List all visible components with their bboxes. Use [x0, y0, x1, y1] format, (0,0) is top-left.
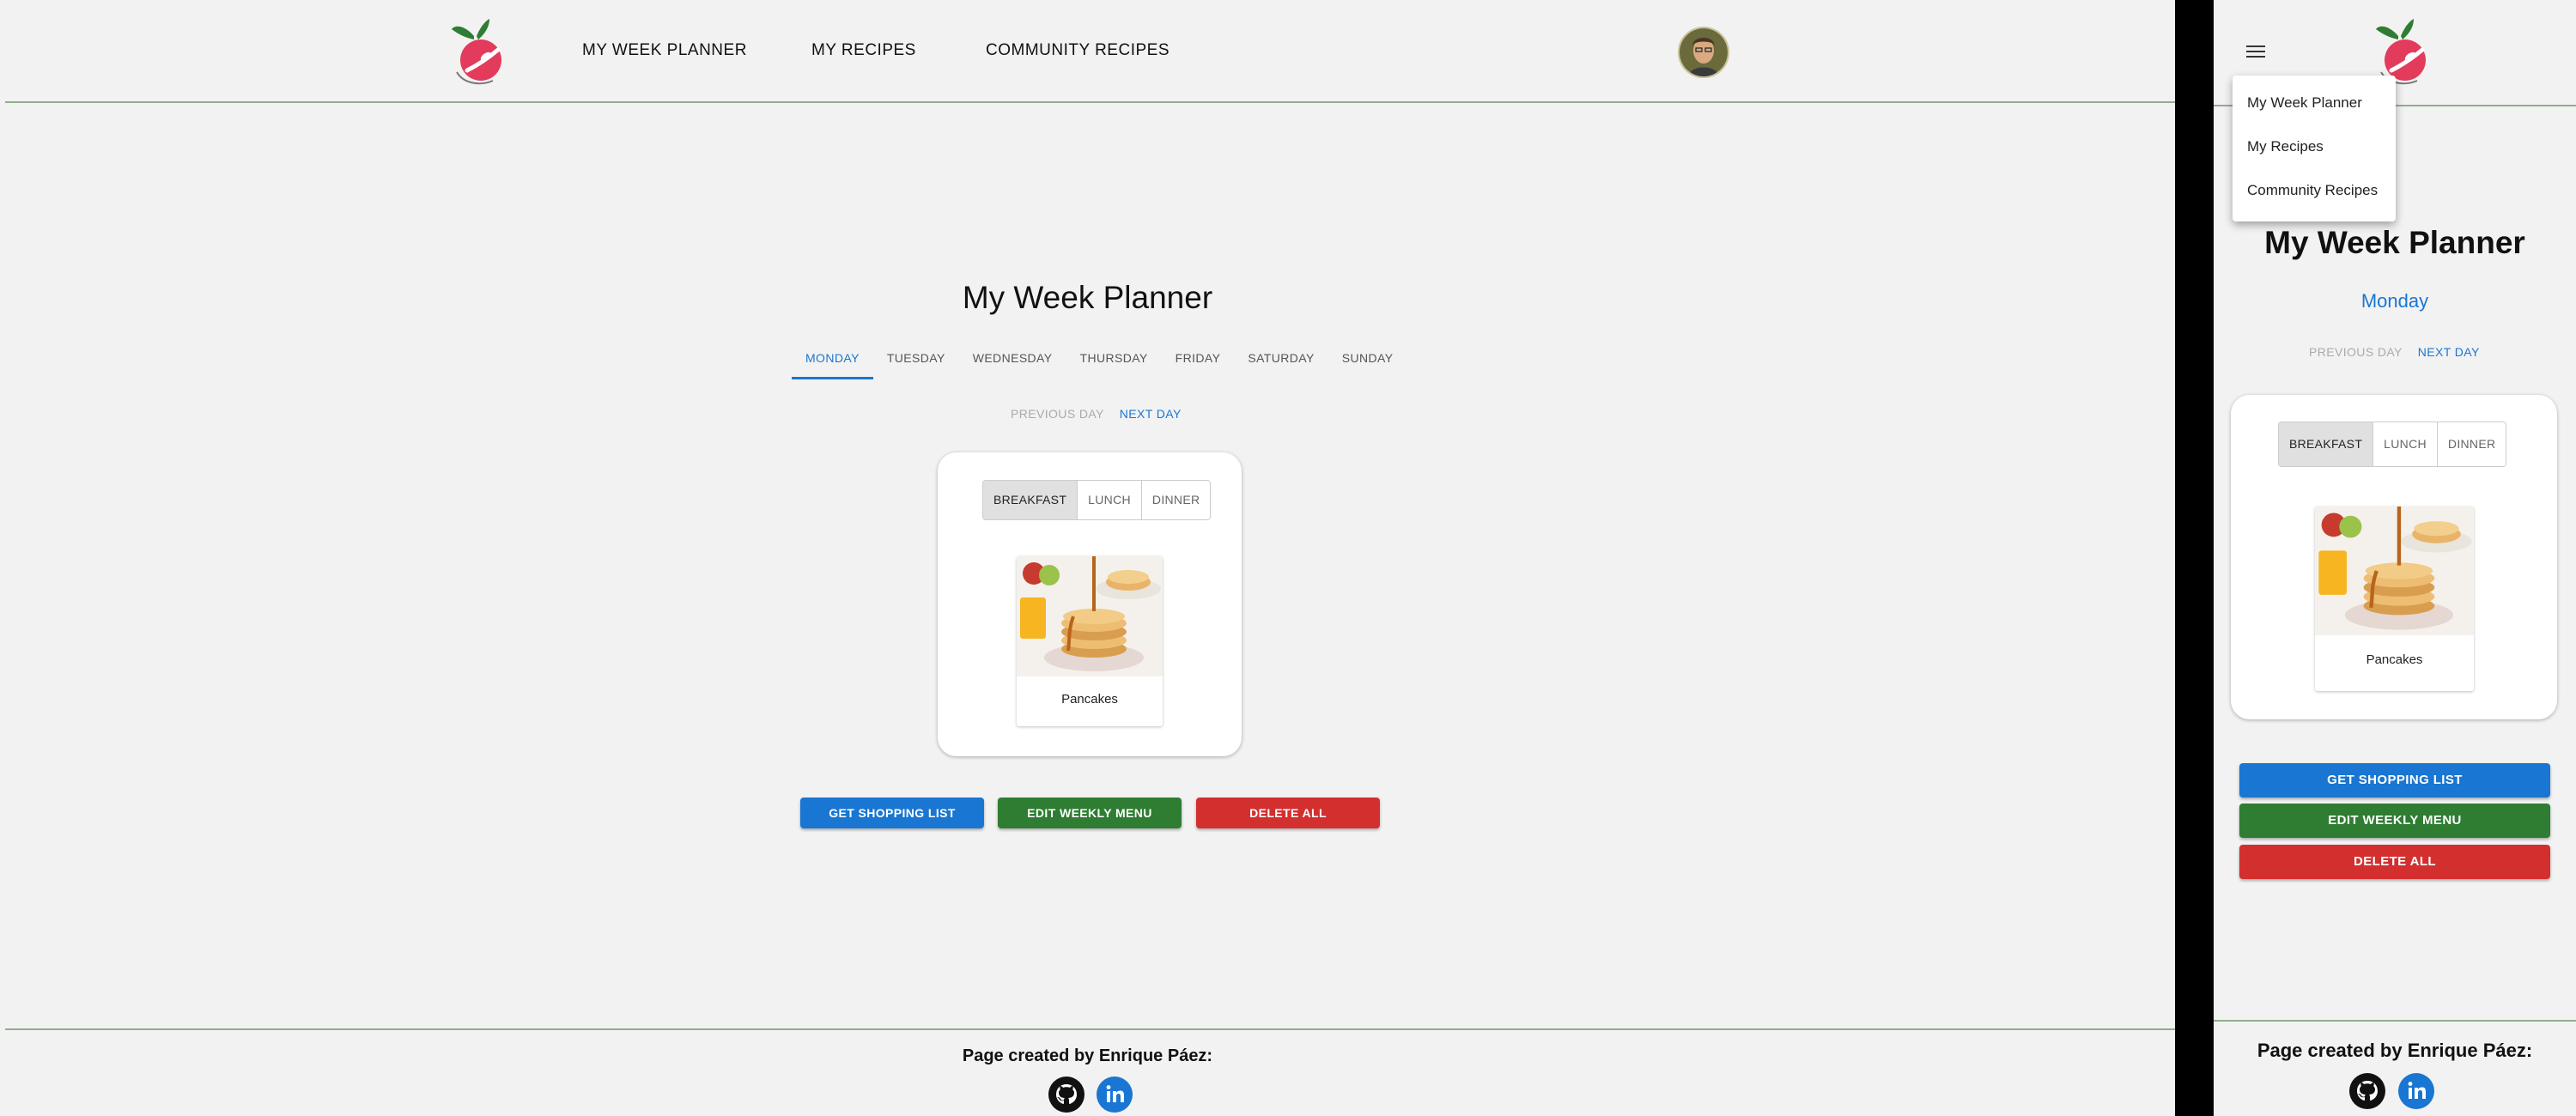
footer-credit: Page created by Enrique Páez: [962, 1046, 1213, 1065]
recipe-name: Pancakes [1061, 692, 1118, 707]
mobile-view: My Week Planner My Recipes Community Rec… [2214, 0, 2576, 1116]
meal-toggle: BREAKFAST LUNCH DINNER [2278, 422, 2507, 467]
page-title: My Week Planner [2264, 225, 2525, 260]
meal-card: BREAKFAST LUNCH DINNER Pancakes [2231, 395, 2557, 719]
day-navigation: PREVIOUS DAY NEXT DAY [2309, 345, 2480, 359]
tab-tuesday[interactable]: TUESDAY [873, 343, 959, 379]
next-day-button[interactable]: NEXT DAY [1120, 407, 1182, 421]
view-divider [2175, 0, 2214, 1116]
footer-credit: Page created by Enrique Páez: [2257, 1040, 2533, 1061]
delete-all-button[interactable]: DELETE ALL [1196, 798, 1380, 828]
menu-item-community-recipes[interactable]: Community Recipes [2247, 182, 2378, 199]
recipe-image [1017, 556, 1163, 676]
previous-day-button[interactable]: PREVIOUS DAY [2309, 345, 2403, 359]
meal-breakfast-button[interactable]: BREAKFAST [983, 481, 1078, 519]
meal-lunch-button[interactable]: LUNCH [2372, 422, 2437, 466]
hamburger-menu-icon[interactable] [2246, 45, 2265, 59]
tab-sunday[interactable]: SUNDAY [1328, 343, 1407, 379]
meal-lunch-button[interactable]: LUNCH [1077, 481, 1141, 519]
next-day-button[interactable]: NEXT DAY [2418, 345, 2480, 359]
edit-weekly-menu-button[interactable]: EDIT WEEKLY MENU [2239, 804, 2550, 838]
recipe-card[interactable]: Pancakes [1017, 556, 1163, 726]
menu-item-my-week-planner[interactable]: My Week Planner [2247, 94, 2362, 112]
avatar[interactable] [1678, 27, 1729, 78]
day-tabs: MONDAY TUESDAY WEDNESDAY THURSDAY FRIDAY… [792, 343, 1406, 379]
tab-saturday[interactable]: SATURDAY [1234, 343, 1327, 379]
meal-toggle: BREAKFAST LUNCH DINNER [982, 480, 1212, 520]
nav-community-recipes[interactable]: COMMUNITY RECIPES [986, 41, 1170, 60]
tab-monday[interactable]: MONDAY [792, 343, 873, 379]
footer-divider [5, 1028, 2175, 1030]
delete-all-button[interactable]: DELETE ALL [2239, 845, 2550, 879]
dropdown-menu: My Week Planner My Recipes Community Rec… [2233, 76, 2396, 221]
recipe-name: Pancakes [2366, 652, 2423, 667]
menu-item-my-recipes[interactable]: My Recipes [2247, 138, 2324, 155]
nav-my-week-planner[interactable]: MY WEEK PLANNER [582, 41, 747, 60]
get-shopping-list-button[interactable]: GET SHOPPING LIST [2239, 763, 2550, 798]
previous-day-button[interactable]: PREVIOUS DAY [1011, 407, 1104, 421]
linkedin-icon[interactable] [1097, 1077, 1133, 1113]
desktop-view: MY WEEK PLANNER MY RECIPES COMMUNITY REC… [0, 0, 2175, 1116]
meal-breakfast-button[interactable]: BREAKFAST [2279, 422, 2373, 466]
meal-dinner-button[interactable]: DINNER [2436, 422, 2506, 466]
tab-friday[interactable]: FRIDAY [1162, 343, 1235, 379]
github-icon[interactable] [2349, 1073, 2385, 1109]
github-icon[interactable] [1048, 1077, 1084, 1113]
linkedin-icon[interactable] [2398, 1073, 2434, 1109]
app-logo-icon[interactable] [448, 17, 508, 88]
tab-thursday[interactable]: THURSDAY [1066, 343, 1162, 379]
recipe-card[interactable]: Pancakes [2315, 506, 2474, 691]
get-shopping-list-button[interactable]: GET SHOPPING LIST [800, 798, 984, 828]
tab-wednesday[interactable]: WEDNESDAY [959, 343, 1066, 379]
current-day-label: Monday [2360, 290, 2429, 312]
edit-weekly-menu-button[interactable]: EDIT WEEKLY MENU [998, 798, 1182, 828]
header: MY WEEK PLANNER MY RECIPES COMMUNITY REC… [0, 0, 2175, 103]
footer-divider [2214, 1020, 2576, 1022]
day-navigation: PREVIOUS DAY NEXT DAY [1011, 407, 1182, 421]
nav-my-recipes[interactable]: MY RECIPES [811, 41, 916, 60]
meal-card: BREAKFAST LUNCH DINNER Pancakes [938, 452, 1242, 756]
recipe-image [2315, 506, 2474, 635]
page-title: My Week Planner [962, 280, 1213, 315]
meal-dinner-button[interactable]: DINNER [1140, 481, 1211, 519]
